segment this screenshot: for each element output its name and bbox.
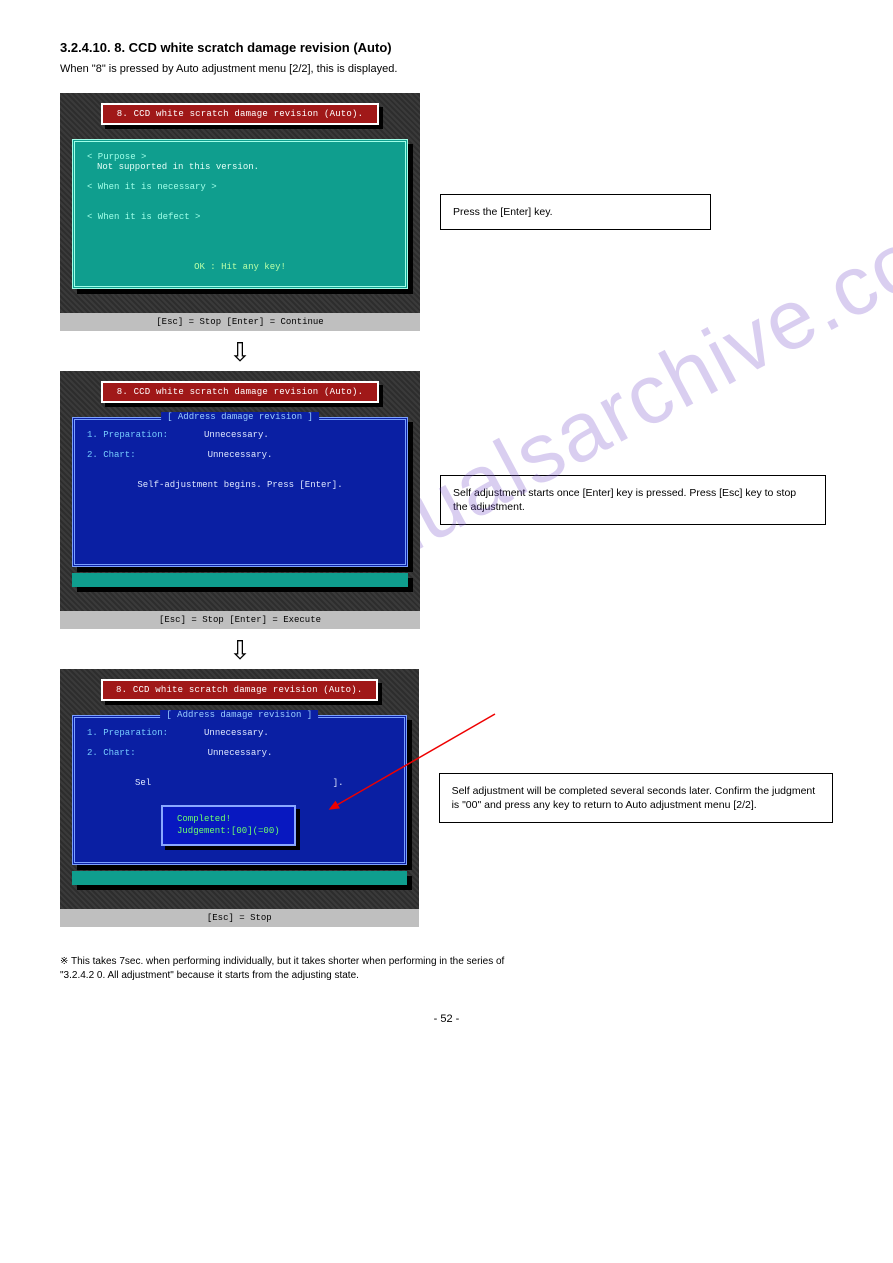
screenshot-1: 8. CCD white scratch damage revision (Au… (60, 93, 420, 331)
prep-label: 1. Preparation: (87, 430, 168, 440)
prep-value: Unnecessary. (204, 728, 269, 738)
screen2-inner-title: [ Address damage revision ] (161, 412, 319, 422)
screen3-panel: [ Address damage revision ] 1. Preparati… (72, 715, 407, 865)
page-title: 3.2.4.10. 8. CCD white scratch damage re… (60, 40, 833, 55)
chart-label: 2. Chart: (87, 748, 136, 758)
chart-value: Unnecessary. (208, 748, 273, 758)
purpose-label: < Purpose > (87, 152, 393, 162)
screen3-footer: [Esc] = Stop (60, 909, 419, 927)
screen3-inner-title: [ Address damage revision ] (160, 710, 318, 720)
down-arrow-icon: ⇩ (60, 339, 420, 365)
screen3-title: 8. CCD white scratch damage revision (Au… (101, 679, 378, 701)
screen1-panel: < Purpose > Not supported in this versio… (72, 139, 408, 289)
bg-right: ]. (333, 778, 344, 788)
callout-3: Self adjustment will be completed severa… (439, 773, 833, 823)
callout-1: Press the [Enter] key. (440, 194, 711, 230)
popup-line2: Judgement:[00](=00) (177, 825, 280, 838)
ok-hint: OK : Hit any key! (87, 262, 393, 272)
screen2-panel: [ Address damage revision ] 1. Preparati… (72, 417, 408, 567)
bg-left: Sel (135, 778, 151, 788)
screen2-hint: Self-adjustment begins. Press [Enter]. (87, 480, 393, 490)
down-arrow-icon: ⇩ (60, 637, 420, 663)
screen2-title: 8. CCD white scratch damage revision (Au… (101, 381, 379, 403)
screen1-footer: [Esc] = Stop [Enter] = Continue (60, 313, 420, 331)
chart-value: Unnecessary. (208, 450, 273, 460)
closing-note: ※ This takes 7sec. when performing indiv… (60, 955, 833, 983)
necessary-label: < When it is necessary > (87, 182, 393, 192)
popup-line1: Completed! (177, 813, 280, 826)
prep-value: Unnecessary. (204, 430, 269, 440)
completed-popup: Completed! Judgement:[00](=00) (161, 805, 296, 846)
defect-label: < When it is defect > (87, 212, 393, 222)
callout-2: Self adjustment starts once [Enter] key … (440, 475, 826, 525)
teal-strip (72, 871, 407, 885)
screen2-footer: [Esc] = Stop [Enter] = Execute (60, 611, 420, 629)
chart-label: 2. Chart: (87, 450, 136, 460)
screen1-title: 8. CCD white scratch damage revision (Au… (101, 103, 379, 125)
prep-label: 1. Preparation: (87, 728, 168, 738)
purpose-body: Not supported in this version. (97, 162, 393, 172)
screenshot-2: 8. CCD white scratch damage revision (Au… (60, 371, 420, 629)
screenshot-3: 8. CCD white scratch damage revision (Au… (60, 669, 419, 927)
teal-strip (72, 573, 408, 587)
page-subtitle: When "8" is pressed by Auto adjustment m… (60, 63, 833, 75)
page-number: - 52 - (60, 1013, 833, 1025)
